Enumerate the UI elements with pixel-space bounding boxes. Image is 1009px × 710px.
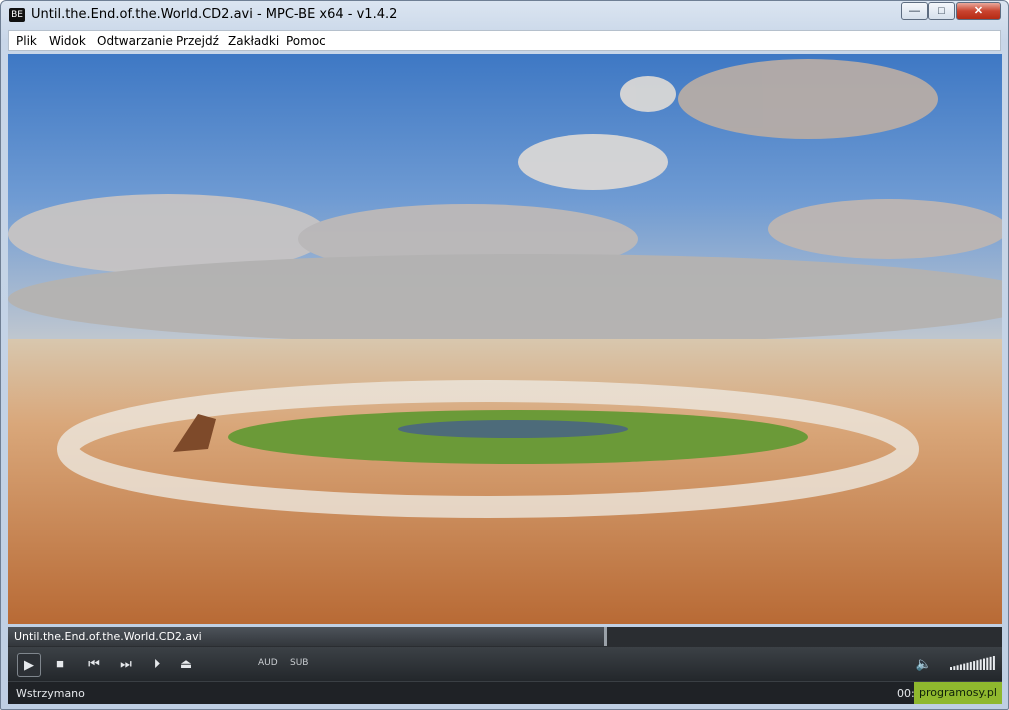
- seek-file-label: Until.the.End.of.the.World.CD2.avi: [14, 630, 202, 643]
- subtitle-button[interactable]: SUB: [290, 658, 308, 668]
- video-frame[interactable]: [8, 54, 1002, 624]
- volume-slider[interactable]: [950, 656, 996, 670]
- window-title: Until.the.End.of.the.World.CD2.avi - MPC…: [31, 7, 398, 22]
- volume-bar: [986, 657, 989, 670]
- volume-bar: [976, 660, 979, 670]
- audio-button[interactable]: AUD: [258, 658, 278, 668]
- menu-item-odtwarzanie[interactable]: Odtwarzanie: [97, 34, 173, 48]
- menu-item-przejdz[interactable]: Przejdź: [176, 34, 219, 48]
- next-button[interactable]: ⏭: [115, 653, 137, 675]
- control-bar: ▶ ■ ⏮ ⏭ ⏵ ⏏ AUD SUB 🔈: [8, 647, 1002, 681]
- seek-bar[interactable]: Until.the.End.of.the.World.CD2.avi: [8, 627, 1002, 647]
- menu-item-pomoc[interactable]: Pomoc: [286, 34, 326, 48]
- play-button[interactable]: ▶: [17, 653, 41, 677]
- volume-bar: [973, 661, 976, 670]
- frame-step-button[interactable]: ⏵: [146, 653, 168, 675]
- video-image: [8, 54, 1002, 624]
- volume-bar: [983, 658, 985, 670]
- menu-item-zakladki[interactable]: Zakładki: [228, 34, 279, 48]
- volume-bar: [953, 666, 956, 670]
- mute-button[interactable]: 🔈: [913, 653, 935, 675]
- volume-bar: [966, 662, 969, 670]
- close-button[interactable]: ✕: [956, 2, 1001, 20]
- menu-item-plik[interactable]: Plik: [16, 34, 37, 48]
- volume-bar: [956, 665, 959, 670]
- skip-back-icon: ⏮: [88, 656, 100, 671]
- previous-button[interactable]: ⏮: [83, 653, 105, 675]
- play-icon: ▶: [24, 657, 34, 672]
- volume-bar: [979, 659, 982, 670]
- volume-bar: [969, 661, 972, 670]
- volume-bar: [989, 656, 992, 670]
- stop-icon: ■: [56, 656, 64, 671]
- frame-step-icon: ⏵: [153, 656, 161, 671]
- app-icon[interactable]: BE: [9, 8, 25, 22]
- volume-bar: [959, 664, 962, 670]
- volume-bar: [992, 656, 995, 670]
- minimize-button[interactable]: —: [901, 2, 928, 20]
- title-bar[interactable]: BE Until.the.End.of.the.World.CD2.avi - …: [1, 1, 1008, 29]
- eject-icon: ⏏: [179, 656, 193, 671]
- maximize-button[interactable]: □: [928, 2, 955, 20]
- speaker-icon: 🔈: [915, 656, 933, 671]
- volume-bar: [963, 663, 966, 670]
- menu-bar: Plik Widok Odtwarzanie Przejdź Zakładki …: [8, 30, 1001, 51]
- status-bar: Wstrzymano 00:5 programosy.pl: [8, 681, 1002, 704]
- playback-state: Wstrzymano: [16, 687, 85, 700]
- skip-forward-icon: ⏭: [120, 656, 132, 671]
- volume-bar: [950, 667, 952, 670]
- menu-item-widok[interactable]: Widok: [49, 34, 86, 48]
- stop-button[interactable]: ■: [49, 653, 71, 675]
- player-window: BE Until.the.End.of.the.World.CD2.avi - …: [0, 0, 1009, 710]
- eject-button[interactable]: ⏏: [175, 653, 197, 675]
- watermark-logo: programosy.pl: [914, 682, 1002, 704]
